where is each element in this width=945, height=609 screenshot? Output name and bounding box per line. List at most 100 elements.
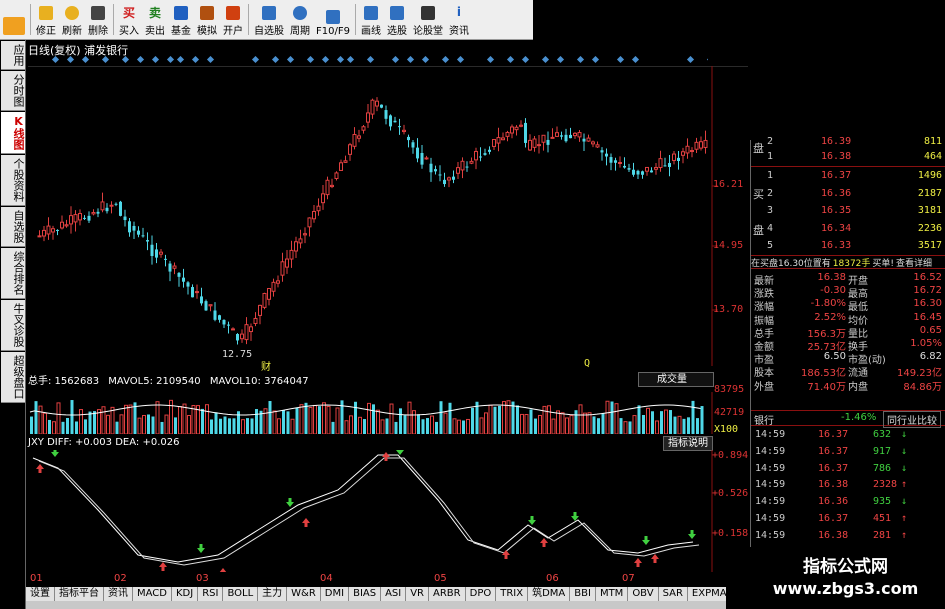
candle-body bbox=[407, 136, 410, 141]
event-marker[interactable] bbox=[271, 56, 280, 64]
order-book-row: 5 16.33 3517 bbox=[751, 240, 945, 255]
event-marker[interactable] bbox=[101, 56, 110, 64]
indicator-tab-8[interactable]: W&R bbox=[287, 587, 321, 601]
toolbar-button-9[interactable]: 自选股 bbox=[251, 0, 287, 39]
event-marker[interactable] bbox=[686, 56, 695, 64]
indicator-tab-17[interactable]: BBI bbox=[570, 587, 596, 601]
candle-body bbox=[307, 217, 312, 228]
indicator-tab-12[interactable]: VR bbox=[406, 587, 430, 601]
indicator-tab-0[interactable]: 设置 bbox=[26, 587, 55, 601]
event-marker[interactable] bbox=[406, 56, 415, 64]
left-tab-0[interactable]: 应用 bbox=[1, 41, 25, 70]
indicator-tab-4[interactable]: KDJ bbox=[171, 587, 199, 601]
toolbar-button-6[interactable]: 基金 bbox=[168, 0, 194, 39]
indicator-tab-6[interactable]: BOLL bbox=[223, 587, 259, 601]
event-marker[interactable] bbox=[706, 56, 708, 64]
toolbar-button-4[interactable]: 买买入 bbox=[116, 0, 142, 39]
tick-time: 14:59 bbox=[755, 479, 786, 491]
event-marker[interactable] bbox=[151, 56, 160, 64]
event-marker[interactable] bbox=[486, 56, 495, 64]
toolbar-button-15[interactable]: i 资讯 bbox=[446, 0, 472, 39]
event-marker[interactable] bbox=[521, 56, 530, 64]
indicator-tab-19[interactable]: OBV bbox=[628, 587, 659, 601]
event-marker[interactable] bbox=[136, 56, 145, 64]
candle-body bbox=[537, 144, 541, 147]
event-marker[interactable] bbox=[66, 56, 75, 64]
tick-row: 14:59 16.37 917 ↓ bbox=[751, 446, 945, 460]
indicator-tab-11[interactable]: ASI bbox=[381, 587, 407, 601]
indicator-tab-1[interactable]: 指标平台 bbox=[55, 587, 104, 601]
event-marker[interactable] bbox=[441, 56, 450, 64]
indicator-tab-18[interactable]: MTM bbox=[595, 587, 629, 601]
volume-type-select[interactable]: 成交量 bbox=[638, 372, 714, 387]
kline-chart[interactable] bbox=[28, 66, 748, 366]
indicator-tab-14[interactable]: DPO bbox=[465, 587, 497, 601]
volume-bar bbox=[578, 404, 583, 434]
toolbar-button-0[interactable] bbox=[0, 0, 28, 39]
toolbar-button-3[interactable]: 删除 bbox=[85, 0, 111, 39]
event-marker[interactable] bbox=[576, 56, 585, 64]
event-marker[interactable] bbox=[421, 56, 430, 64]
event-marker[interactable] bbox=[366, 56, 375, 64]
event-marker[interactable] bbox=[121, 56, 130, 64]
event-marker[interactable] bbox=[456, 56, 465, 64]
event-marker[interactable] bbox=[306, 56, 315, 64]
left-tab-5[interactable]: 综合排名 bbox=[1, 248, 25, 299]
event-marker[interactable] bbox=[591, 56, 600, 64]
toolbar-button-1[interactable]: 修正 bbox=[33, 0, 59, 39]
industry-compare-button[interactable]: 同行业比较 bbox=[883, 411, 941, 428]
indicator-tab-9[interactable]: DMI bbox=[320, 587, 350, 601]
indicator-help-button[interactable]: 指标说明 bbox=[663, 436, 713, 451]
indicator-tab-7[interactable]: 主力 bbox=[258, 587, 288, 601]
event-marker[interactable] bbox=[251, 56, 260, 64]
indicator-tab-15[interactable]: TRIX bbox=[496, 587, 529, 601]
left-tab-7[interactable]: 超级盘口 bbox=[1, 352, 25, 403]
toolbar-button-10[interactable]: 周期 bbox=[287, 0, 313, 39]
toolbar-label: 模拟 bbox=[197, 26, 217, 37]
left-tab-1[interactable]: 分时图 bbox=[1, 71, 25, 111]
toolbar-button-2[interactable]: 刷新 bbox=[59, 0, 85, 39]
event-marker[interactable] bbox=[206, 56, 215, 64]
indicator-tab-2[interactable]: 资讯 bbox=[104, 587, 133, 601]
indicator-tab-21[interactable]: EXPMA bbox=[687, 587, 726, 601]
candle-body bbox=[204, 301, 208, 311]
toolbar-button-14[interactable]: 论股堂 bbox=[410, 0, 446, 39]
toolbar-button-13[interactable]: 选股 bbox=[384, 0, 410, 39]
toolbar-button-7[interactable]: 模拟 bbox=[194, 0, 220, 39]
event-marker[interactable] bbox=[286, 56, 295, 64]
toolbar-button-11[interactable]: F10/F9 bbox=[313, 0, 353, 39]
candle-body bbox=[380, 104, 383, 108]
indicator-tab-13[interactable]: ARBR bbox=[429, 587, 466, 601]
event-marker[interactable] bbox=[616, 56, 625, 64]
event-marker[interactable] bbox=[321, 56, 330, 64]
event-marker[interactable] bbox=[51, 56, 60, 64]
event-marker[interactable] bbox=[506, 56, 515, 64]
indicator-tab-10[interactable]: BIAS bbox=[349, 587, 382, 601]
notice-link[interactable]: 查看详细 bbox=[896, 259, 932, 268]
toolbar-button-12[interactable]: 画线 bbox=[358, 0, 384, 39]
book-price: 16.33 bbox=[821, 240, 852, 251]
event-marker[interactable] bbox=[166, 56, 175, 64]
event-marker[interactable] bbox=[336, 56, 345, 64]
event-marker[interactable] bbox=[81, 56, 90, 64]
indicator-tab-5[interactable]: RSI bbox=[198, 587, 224, 601]
indicator-tab-20[interactable]: SAR bbox=[658, 587, 688, 601]
event-marker[interactable] bbox=[631, 56, 640, 64]
left-tab-2[interactable]: K线图 bbox=[1, 112, 25, 154]
toolbar-button-8[interactable]: 开户 bbox=[220, 0, 246, 39]
left-tab-4[interactable]: 自选股 bbox=[1, 207, 25, 247]
volume-bar bbox=[110, 406, 115, 434]
event-marker[interactable] bbox=[541, 56, 550, 64]
event-marker[interactable] bbox=[556, 56, 565, 64]
event-marker[interactable] bbox=[191, 56, 200, 64]
event-marker[interactable] bbox=[176, 56, 185, 64]
toolbar-button-5[interactable]: 卖卖出 bbox=[142, 0, 168, 39]
left-tab-6[interactable]: 牛叉诊股 bbox=[1, 300, 25, 351]
event-marker[interactable] bbox=[391, 56, 400, 64]
event-marker[interactable] bbox=[346, 56, 355, 64]
left-tab-3[interactable]: 个股资料 bbox=[1, 155, 25, 206]
candle-body bbox=[316, 205, 321, 212]
indicator-tab-3[interactable]: MACD bbox=[133, 587, 172, 601]
indicator-tab-16[interactable]: 筑DMA bbox=[528, 587, 571, 601]
macd-dea: DEA: +0.026 bbox=[115, 437, 180, 448]
